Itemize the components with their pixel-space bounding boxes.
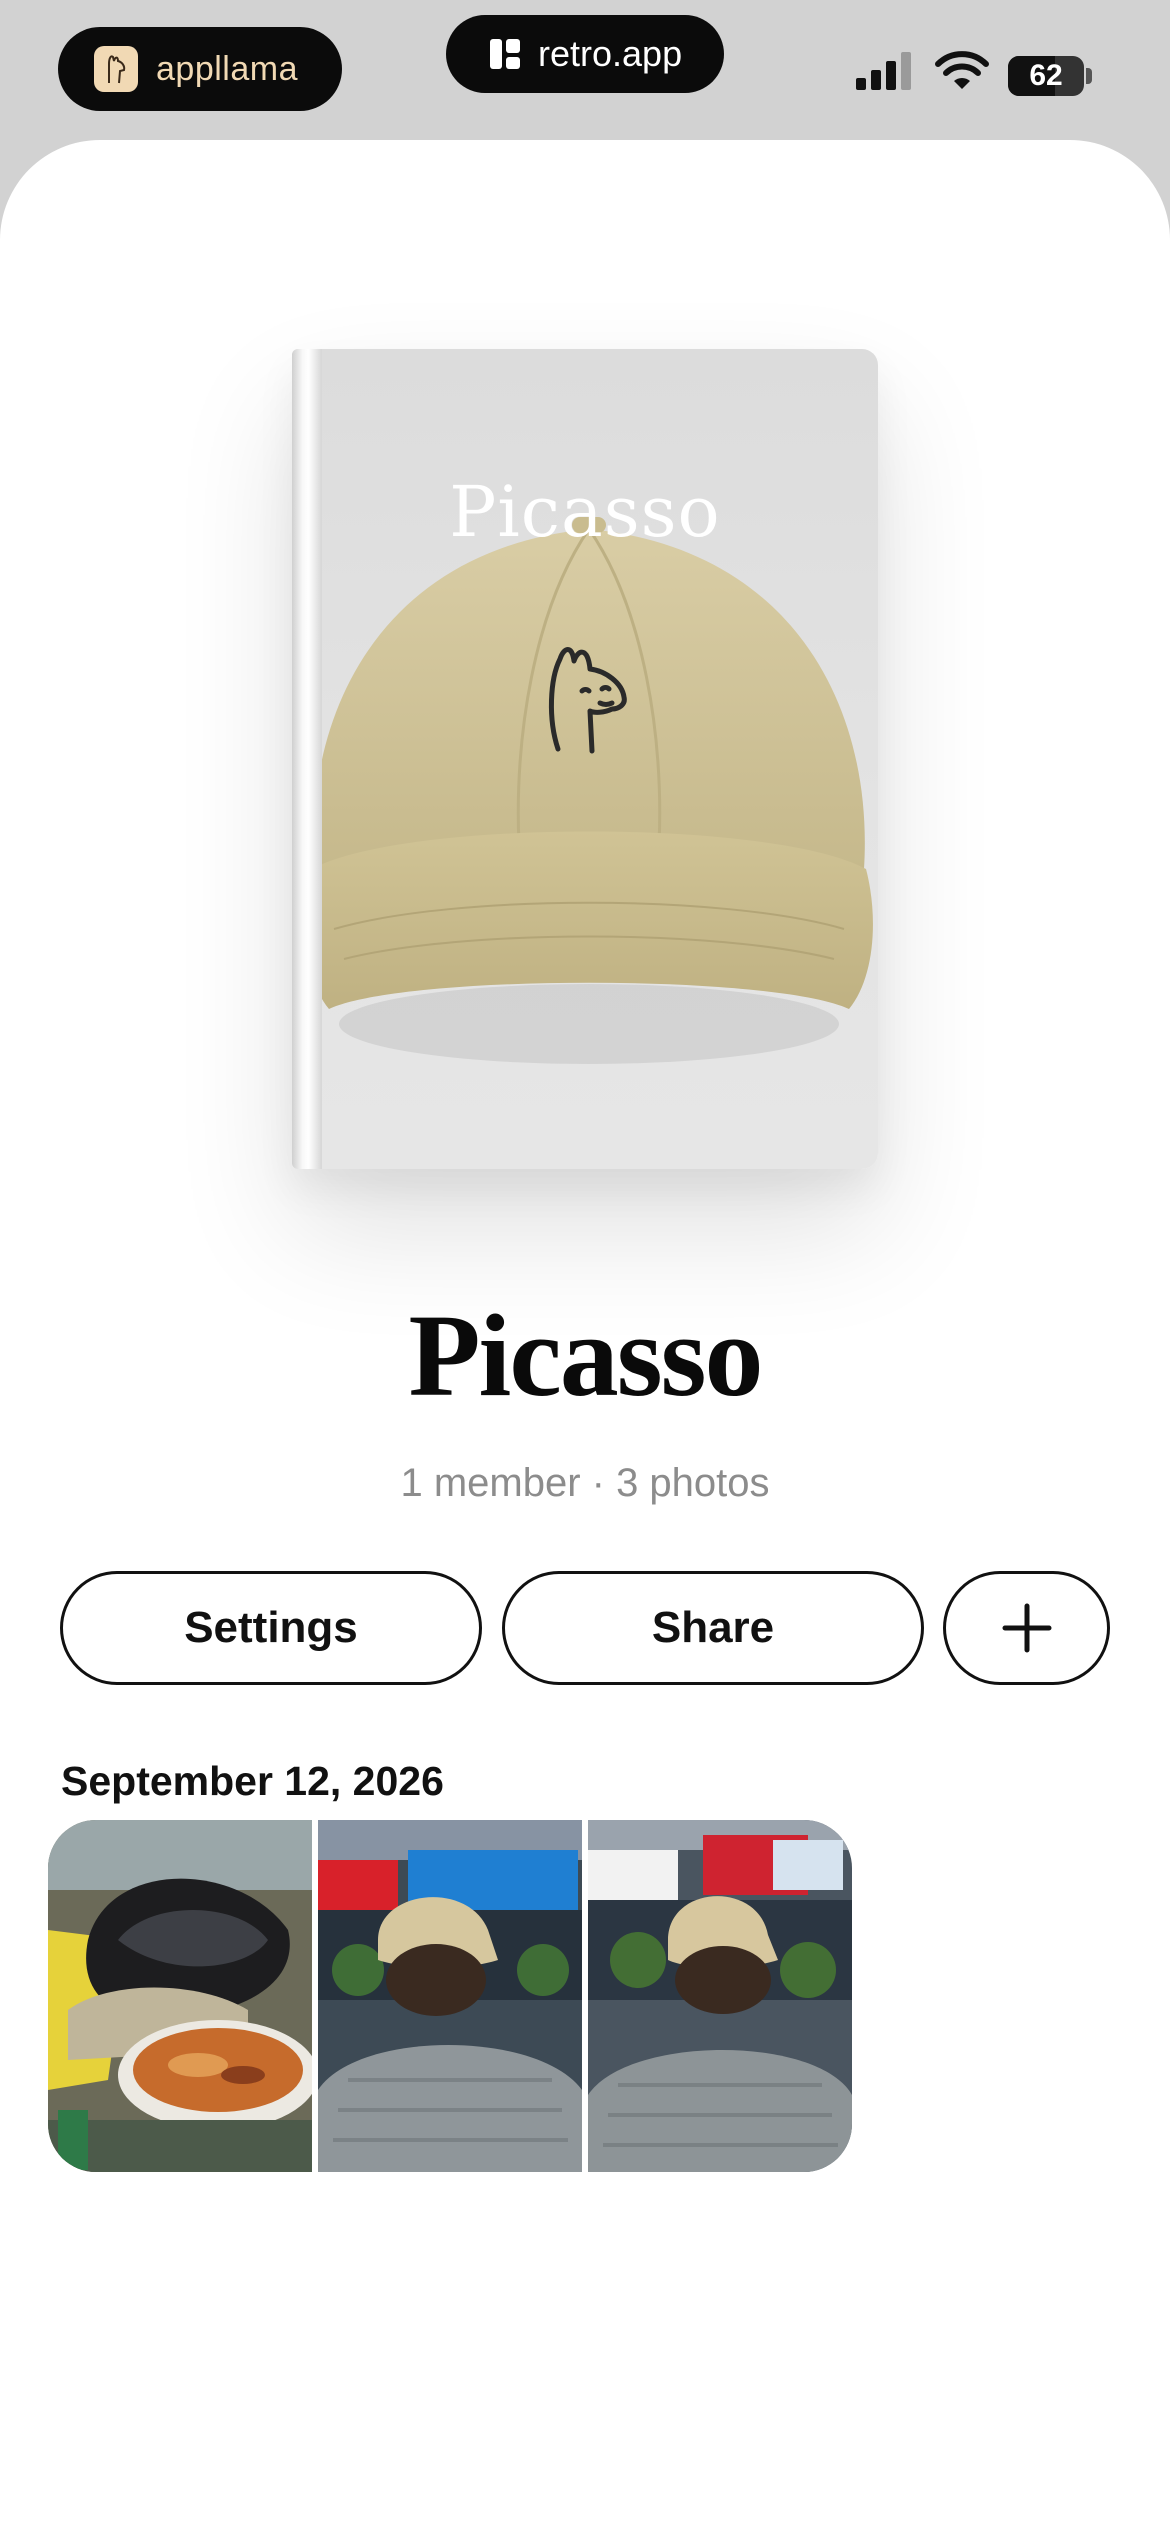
plus-icon xyxy=(1002,1603,1051,1653)
cap-illustration xyxy=(305,517,873,1064)
album-meta: 1 member · 3 photos xyxy=(400,1461,770,1505)
battery-level: 62 xyxy=(1029,59,1063,92)
share-button[interactable]: Share xyxy=(502,1571,924,1685)
photo-grid xyxy=(48,1820,852,2172)
settings-button[interactable]: Settings xyxy=(60,1571,482,1685)
photo-thumbnail-1[interactable] xyxy=(48,1820,312,2172)
retro-logo-icon xyxy=(490,39,520,69)
photo-thumbnail-3[interactable] xyxy=(588,1820,852,2172)
wifi-icon xyxy=(935,51,989,89)
retro-app-label: retro.app xyxy=(538,33,683,74)
book-spine xyxy=(292,349,322,1169)
battery-icon: 62 xyxy=(1008,56,1084,96)
appllama-label: appllama xyxy=(156,49,298,88)
retro-app-pill[interactable]: retro.app xyxy=(446,15,724,93)
album-title: Picasso xyxy=(408,1290,763,1421)
appllama-pill[interactable]: appllama xyxy=(58,27,342,111)
llama-logo-icon xyxy=(94,46,138,92)
cellular-signal-icon xyxy=(856,52,911,90)
status-bar: appllama retro.app 62 xyxy=(0,0,1170,140)
cover-title: Picasso xyxy=(449,471,721,553)
photos-date-header: September 12, 2026 xyxy=(61,1758,444,1804)
battery-tip xyxy=(1086,68,1092,84)
add-button[interactable] xyxy=(943,1571,1110,1685)
album-cover[interactable]: Picasso xyxy=(292,349,878,1169)
photo-thumbnail-2[interactable] xyxy=(318,1820,582,2172)
